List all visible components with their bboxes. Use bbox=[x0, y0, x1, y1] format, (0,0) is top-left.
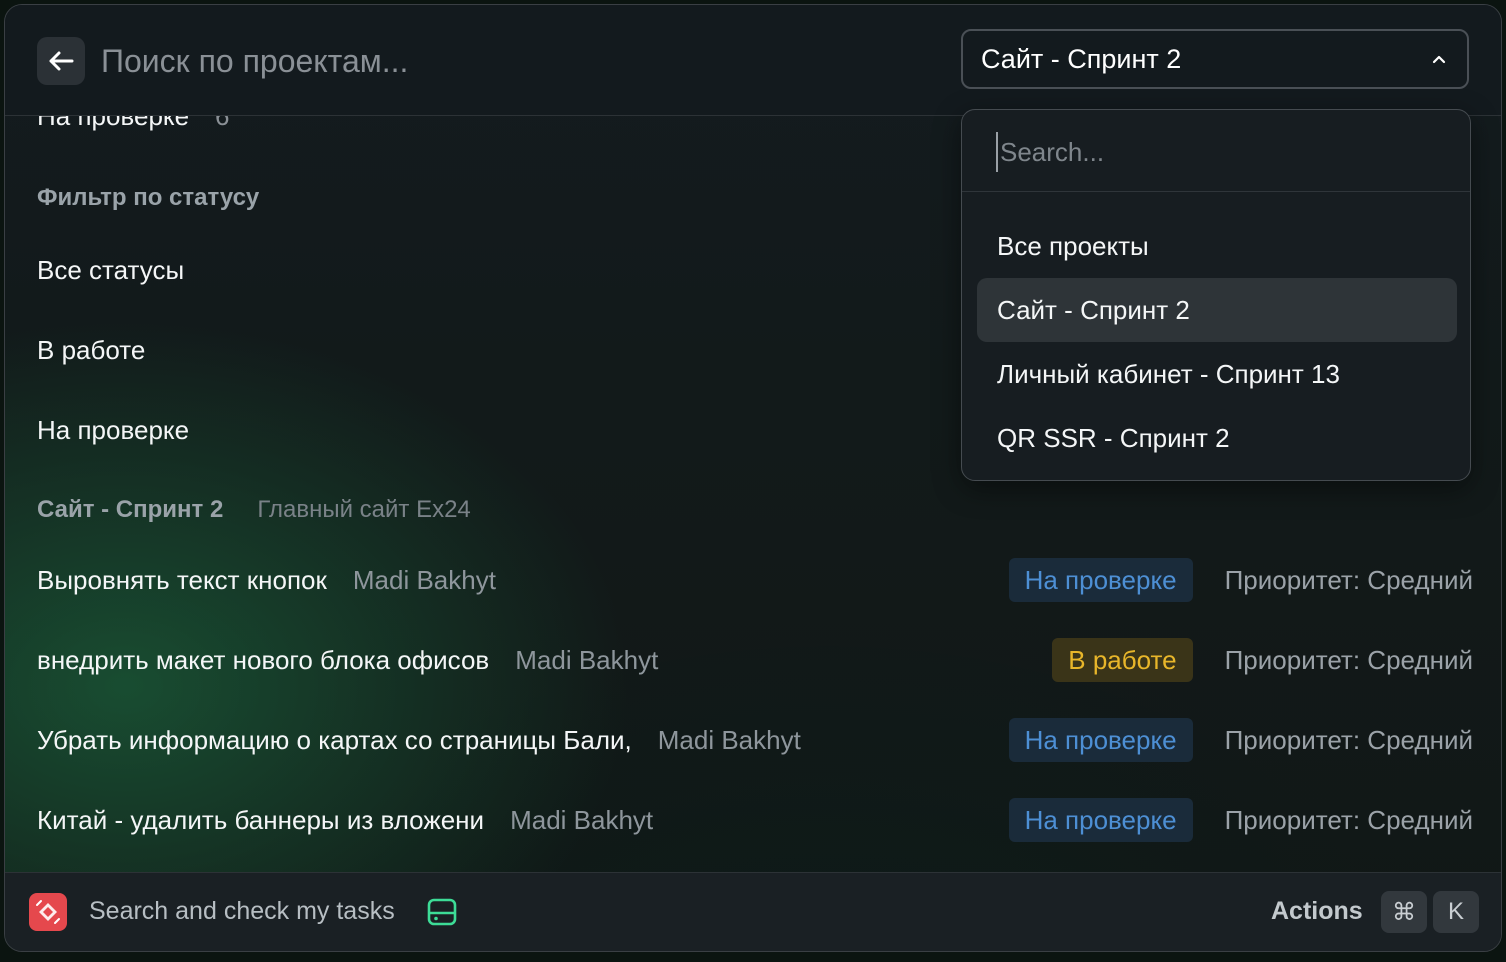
task-title: внедрить макет нового блока офисов bbox=[37, 644, 490, 675]
list-item-count: 6 bbox=[215, 116, 229, 132]
status-badge: На проверке bbox=[1008, 718, 1193, 762]
actions-button[interactable]: Actions bbox=[1271, 897, 1363, 926]
priority-label: Приоритет: Средний bbox=[1224, 724, 1473, 755]
project-dropdown[interactable]: Сайт - Спринт 2 bbox=[961, 29, 1469, 89]
task-row[interactable]: Убрать информацию о картах со страницы Б… bbox=[37, 718, 1473, 762]
search-bar: Сайт - Спринт 2 bbox=[5, 5, 1501, 116]
command-window: На проверке 6 Фильтр по статусу Все стат… bbox=[4, 4, 1502, 952]
dropdown-option-label: Личный кабинет - Спринт 13 bbox=[997, 358, 1340, 389]
dropdown-option-label: Сайт - Спринт 2 bbox=[997, 294, 1190, 325]
list-item-label: В работе bbox=[37, 334, 146, 365]
dropdown-option-label: Все проекты bbox=[997, 230, 1149, 261]
dropdown-option-account-sprint-13[interactable]: Личный кабинет - Спринт 13 bbox=[977, 342, 1457, 406]
priority-label: Приоритет: Средний bbox=[1224, 564, 1473, 595]
status-badge: На проверке bbox=[1008, 558, 1193, 602]
search-input[interactable] bbox=[101, 39, 921, 83]
section-title: Фильтр по статусу bbox=[37, 184, 260, 211]
action-bar: Search and check my tasks Actions ⌘ K bbox=[5, 872, 1501, 951]
task-row[interactable]: Выровнять текст кнопок Madi Bakhyt На пр… bbox=[37, 558, 1473, 602]
back-button[interactable] bbox=[37, 37, 85, 85]
project-dropdown-value: Сайт - Спринт 2 bbox=[981, 43, 1182, 74]
task-row[interactable]: Китай - удалить баннеры из вложени Madi … bbox=[37, 798, 1473, 842]
hard-drive-icon bbox=[427, 898, 457, 926]
project-dropdown-menu: Все проекты Сайт - Спринт 2 Личный кабин… bbox=[961, 109, 1471, 481]
priority-label: Приоритет: Средний bbox=[1224, 804, 1473, 835]
dropdown-search bbox=[962, 110, 1470, 192]
task-row[interactable]: внедрить макет нового блока офисов Madi … bbox=[37, 638, 1473, 682]
command-key-icon: ⌘ bbox=[1381, 891, 1427, 933]
list-item-label: На проверке bbox=[37, 116, 189, 132]
arrow-left-icon bbox=[49, 51, 74, 71]
dropdown-option-all-projects[interactable]: Все проекты bbox=[977, 214, 1457, 278]
section-subtitle: Главный сайт Ex24 bbox=[257, 496, 471, 523]
list-item-label: На проверке bbox=[37, 414, 190, 445]
dropdown-option-qr-ssr-sprint-2[interactable]: QR SSR - Спринт 2 bbox=[977, 406, 1457, 470]
dropdown-search-input[interactable] bbox=[996, 132, 1420, 172]
list-item-label: Все статусы bbox=[37, 254, 185, 285]
status-badge: На проверке bbox=[1008, 798, 1193, 842]
command-title: Search and check my tasks bbox=[89, 897, 395, 925]
k-key: K bbox=[1433, 891, 1479, 933]
app-logo-icon bbox=[29, 893, 67, 931]
section-title: Сайт - Спринт 2 bbox=[37, 496, 224, 523]
task-title: Выровнять текст кнопок bbox=[37, 564, 327, 595]
task-assignee: Madi Bakhyt bbox=[515, 644, 659, 675]
priority-label: Приоритет: Средний bbox=[1224, 644, 1473, 675]
dropdown-option-label: QR SSR - Спринт 2 bbox=[997, 422, 1230, 453]
task-assignee: Madi Bakhyt bbox=[510, 804, 654, 835]
dropdown-option-site-sprint-2[interactable]: Сайт - Спринт 2 bbox=[977, 278, 1457, 342]
status-badge: В работе bbox=[1052, 638, 1193, 682]
task-title: Убрать информацию о картах со страницы Б… bbox=[37, 724, 632, 755]
task-assignee: Madi Bakhyt bbox=[657, 724, 801, 755]
task-title: Китай - удалить баннеры из вложени bbox=[37, 804, 485, 835]
section-header-project: Сайт - Спринт 2 Главный сайт Ex24 bbox=[37, 490, 1473, 530]
chevron-up-icon bbox=[1432, 55, 1446, 64]
task-assignee: Madi Bakhyt bbox=[352, 564, 496, 595]
